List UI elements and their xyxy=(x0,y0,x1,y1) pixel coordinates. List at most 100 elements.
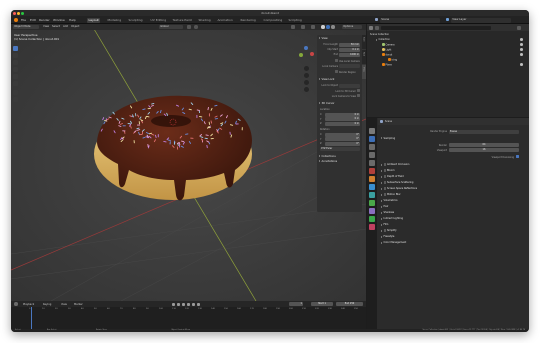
object-mode-dropdown[interactable]: Object Mode xyxy=(13,24,39,30)
lock-3d-cursor-checkbox[interactable] xyxy=(357,89,360,92)
location-z-field[interactable]: 0 m xyxy=(325,121,360,126)
outliner-item-camera[interactable]: Camera xyxy=(382,43,395,47)
rendered-shading-icon[interactable] xyxy=(331,25,335,29)
jump-end-icon[interactable] xyxy=(197,302,200,306)
data-tab-icon[interactable] xyxy=(369,216,375,222)
visibility-eye-icon[interactable] xyxy=(520,48,523,51)
outliner-item-donut[interactable]: donut xyxy=(382,53,392,57)
menu-marker[interactable]: Marker xyxy=(74,303,83,306)
outliner-root[interactable]: Scene Collection xyxy=(370,33,389,36)
tab-texture-paint[interactable]: Texture Paint xyxy=(171,18,193,23)
properties-section-header[interactable]: Motion Blur xyxy=(381,193,401,196)
viewport-denoising-checkbox[interactable] xyxy=(516,155,519,158)
move-tool-icon[interactable] xyxy=(13,60,18,65)
outliner-item-plane[interactable]: Plane xyxy=(382,63,392,67)
location-y-field[interactable]: 0 m xyxy=(325,117,360,121)
outliner-item-light[interactable]: Light xyxy=(382,48,391,52)
modifiers-tab-icon[interactable] xyxy=(369,184,375,190)
material-shading-icon[interactable] xyxy=(326,25,330,29)
menu-select[interactable]: Select xyxy=(52,25,60,28)
viewport-samples-field[interactable]: 16 xyxy=(449,148,519,152)
render-engine-dropdown[interactable]: Eevee xyxy=(449,129,519,134)
options-dropdown[interactable]: Options xyxy=(342,24,362,30)
snap-icon[interactable] xyxy=(187,25,191,29)
properties-section-header[interactable]: Color Management xyxy=(381,241,406,244)
menu-window[interactable]: Window xyxy=(53,18,65,22)
tab-modeling[interactable]: Modeling xyxy=(106,18,123,23)
overlays-icon[interactable] xyxy=(301,25,305,29)
blender-logo-icon[interactable] xyxy=(14,18,18,22)
tab-compositing[interactable]: Compositing xyxy=(262,18,284,23)
rotation-x-field[interactable]: 0° xyxy=(325,132,360,137)
visibility-icon[interactable] xyxy=(291,25,295,29)
tool-tab-icon[interactable] xyxy=(369,128,375,134)
view-layer-tab-icon[interactable] xyxy=(369,152,375,158)
menu-edit[interactable]: Edit xyxy=(30,18,36,22)
outliner-search-input[interactable] xyxy=(381,25,491,30)
physics-tab-icon[interactable] xyxy=(369,200,375,206)
jump-start-icon[interactable] xyxy=(172,302,175,306)
menu-view[interactable]: View xyxy=(61,303,67,306)
scale-tool-icon[interactable] xyxy=(13,74,18,79)
object-tab-icon[interactable] xyxy=(369,176,375,182)
filter-icon[interactable] xyxy=(517,25,521,30)
next-keyframe-icon[interactable] xyxy=(192,302,195,306)
transform-tool-icon[interactable] xyxy=(13,81,18,86)
clip-end-field[interactable]: 1000 m xyxy=(339,52,360,57)
outliner-item-icing[interactable]: icing xyxy=(388,58,397,62)
tab-uv-editing[interactable]: UV Editing xyxy=(149,18,168,23)
properties-section-header[interactable]: Subsurface Scattering xyxy=(381,181,413,184)
pan-hand-icon[interactable] xyxy=(304,73,309,78)
xray-icon[interactable] xyxy=(311,25,315,29)
camera-view-icon[interactable] xyxy=(304,80,309,85)
properties-section-header[interactable]: Volumetrics xyxy=(381,199,398,202)
rotation-mode-dropdown[interactable]: XYZ Euler xyxy=(320,147,360,151)
scene-selector[interactable]: Scene xyxy=(380,17,440,23)
particles-tab-icon[interactable] xyxy=(369,192,375,198)
section-enable-checkbox[interactable] xyxy=(383,187,386,190)
zoom-icon[interactable] xyxy=(304,66,309,71)
tab-animation[interactable]: Animation xyxy=(216,18,234,23)
outliner-editor-icon[interactable] xyxy=(369,25,373,30)
scene-tab-icon[interactable] xyxy=(369,160,375,166)
visibility-eye-icon[interactable] xyxy=(520,38,523,41)
section-enable-checkbox[interactable] xyxy=(383,169,386,172)
frame-start-field[interactable]: Start 1 xyxy=(311,302,333,306)
properties-section-header[interactable]: Hair xyxy=(381,205,388,208)
properties-section-header[interactable]: Indirect Lighting xyxy=(381,217,403,220)
3d-viewport[interactable]: Object Mode View Select Add Object Globa… xyxy=(11,24,366,301)
sampling-section-header[interactable]: Sampling xyxy=(381,137,395,140)
render-region-checkbox[interactable] xyxy=(335,70,338,73)
section-enable-checkbox[interactable] xyxy=(383,193,386,196)
measure-tool-icon[interactable] xyxy=(13,97,18,102)
clip-start-field[interactable]: 0.1 m xyxy=(339,47,360,52)
play-icon[interactable] xyxy=(187,302,190,306)
focal-length-field[interactable]: 50 mm xyxy=(339,42,360,47)
location-x-field[interactable]: 0 m xyxy=(325,112,360,117)
properties-section-header[interactable]: Film xyxy=(381,223,388,226)
tab-item[interactable]: Item xyxy=(362,35,366,49)
properties-section-header[interactable]: Simplify xyxy=(381,229,397,232)
view-lock-section-header[interactable]: View Lock xyxy=(319,78,334,81)
rotate-tool-icon[interactable] xyxy=(13,67,18,72)
view-layer-selector[interactable]: View Layer xyxy=(451,17,511,23)
frame-end-field[interactable]: End 250 xyxy=(336,302,363,306)
solid-shading-icon[interactable] xyxy=(321,25,325,29)
outliner-item-collection[interactable]: Collection xyxy=(376,38,390,41)
output-tab-icon[interactable] xyxy=(369,144,375,150)
tab-rendering[interactable]: Rendering xyxy=(239,18,257,23)
properties-section-header[interactable]: Depth of Field xyxy=(381,175,404,178)
frame-ruler[interactable]: 0 10 20 30 40 50 60 70 80 90 100 110 120 130 140 150 160… xyxy=(11,308,366,313)
properties-section-header[interactable]: Bloom xyxy=(381,169,395,172)
properties-section-header[interactable]: Ambient Occlusion xyxy=(381,163,409,166)
properties-section-header[interactable]: Screen Space Reflections xyxy=(381,187,417,190)
constraints-tab-icon[interactable] xyxy=(369,208,375,214)
menu-add[interactable]: Add xyxy=(63,25,68,28)
collections-section-header[interactable]: Collections xyxy=(319,155,336,158)
lock-camera-to-view-checkbox[interactable] xyxy=(357,94,360,97)
section-enable-checkbox[interactable] xyxy=(383,163,386,166)
perspective-toggle-icon[interactable] xyxy=(304,87,309,92)
tab-sculpting[interactable]: Sculpting xyxy=(127,18,144,23)
menu-object[interactable]: Object xyxy=(71,25,79,28)
donut-object[interactable] xyxy=(94,95,252,201)
